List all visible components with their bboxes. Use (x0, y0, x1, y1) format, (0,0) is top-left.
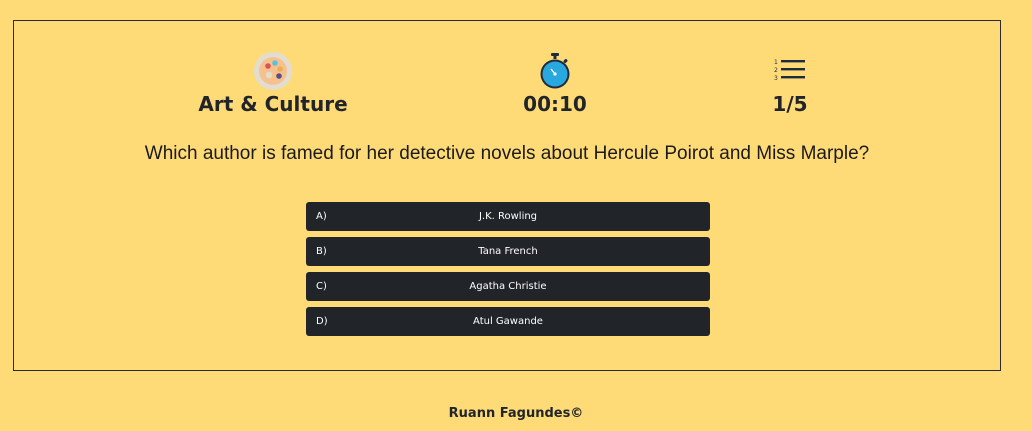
answer-button-b[interactable]: B) Tana French (306, 237, 710, 266)
stopwatch-icon (455, 51, 655, 91)
answer-button-c[interactable]: C) Agatha Christie (306, 272, 710, 301)
category-label: Art & Culture (198, 92, 348, 116)
question-text: Which author is famed for her detective … (144, 143, 870, 164)
answer-list: A) J.K. Rowling B) Tana French C) Agatha… (306, 202, 710, 342)
question-progress: 1/5 (772, 92, 808, 116)
progress-stat: 1 2 3 1/5 (690, 51, 890, 116)
answer-letter: B) (316, 246, 327, 257)
footer-credit: Ruann Fagundes© (448, 406, 584, 421)
answer-text: Tana French (478, 246, 538, 257)
answer-text: Agatha Christie (469, 281, 547, 292)
numbered-list-icon: 1 2 3 (690, 51, 890, 91)
answer-letter: D) (316, 316, 328, 327)
answer-letter: A) (316, 211, 327, 222)
palette-icon (173, 51, 373, 91)
svg-text:1: 1 (774, 59, 778, 66)
answer-button-d[interactable]: D) Atul Gawande (306, 307, 710, 336)
category-stat: Art & Culture (173, 51, 373, 116)
answer-button-a[interactable]: A) J.K. Rowling (306, 202, 710, 231)
svg-text:3: 3 (774, 75, 778, 82)
answer-text: J.K. Rowling (478, 211, 538, 222)
answer-text: Atul Gawande (473, 316, 543, 327)
answer-letter: C) (316, 281, 327, 292)
svg-text:2: 2 (774, 67, 778, 74)
timer-stat: 00:10 (455, 51, 655, 116)
quiz-container: Art & Culture 00:10 1 2 3 1/5 Which auth… (13, 20, 1001, 371)
timer-value: 00:10 (523, 92, 587, 116)
